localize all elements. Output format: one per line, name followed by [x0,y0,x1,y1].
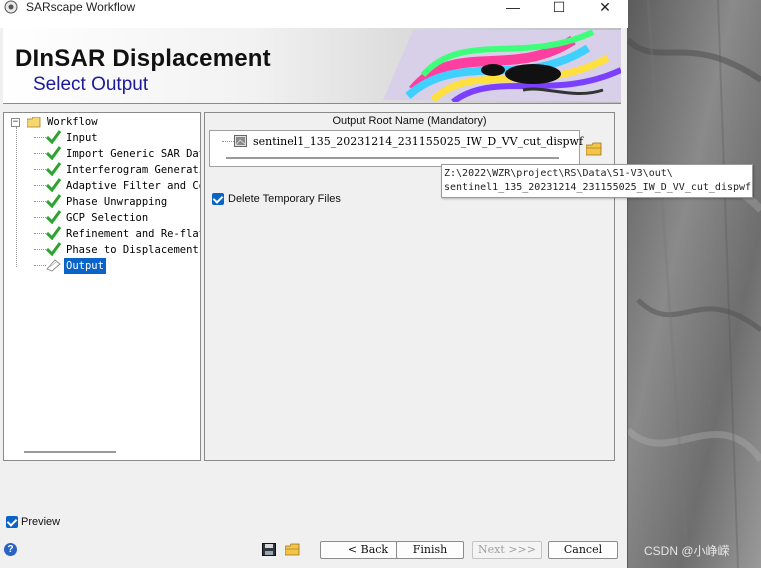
tree-item-label: Output [64,258,106,274]
next-button[interactable]: Next >>> [472,541,542,559]
workflow-tree-panel: − Workflow Input Import Generic SAR Data… [3,112,201,461]
tree-connector [34,201,46,202]
tree-connector [34,265,46,266]
step-header: DInSAR Displacement Select Output [3,28,621,104]
tooltip-path-line: Z:\2022\WZR\project\RS\Data\S1-V3\out\ [444,168,673,179]
close-button[interactable]: ✕ [582,0,628,15]
cancel-button[interactable]: Cancel [548,541,618,559]
finish-button[interactable]: Finish [396,541,464,559]
check-icon [46,226,61,240]
tree-connector [34,233,46,234]
tree-item-label: GCP Selection [66,212,149,224]
tree-root-workflow[interactable]: Workflow [45,114,100,130]
tree-item-label: Interferogram Generation [66,164,200,176]
delete-temp-files-checkbox[interactable] [212,193,224,205]
tree-connector [34,153,46,154]
check-icon [46,130,61,144]
tree-connector [34,185,46,186]
folder-open-icon [27,117,41,128]
tree-item-label: Refinement and Re-flattening [66,228,200,240]
save-icon[interactable] [262,543,277,556]
tree-item-output[interactable]: Output [64,258,106,274]
workflow-title: DInSAR Displacement [15,45,271,72]
step-subtitle: Select Output [33,74,149,95]
delete-temp-files-label: Delete Temporary Files [228,193,341,205]
output-root-name-label: Output Root Name (Mandatory) [332,115,487,127]
output-step-icon [46,259,61,272]
raster-file-icon [234,135,247,147]
tree-item-phase-to-displacement[interactable]: Phase to Displacement Conversion [64,242,200,258]
browse-folder-icon[interactable] [586,142,602,156]
app-icon [4,0,18,14]
tree-item-label: Import Generic SAR Data [66,148,200,160]
csdn-watermark: CSDN @小峥嵘 [644,544,730,558]
preview-checkbox[interactable] [6,516,18,528]
tree-item-gcp-selection[interactable]: GCP Selection [64,210,200,226]
tree-connector [16,127,17,267]
check-icon [46,242,61,256]
help-icon[interactable]: ? [4,543,17,556]
check-icon [46,146,61,160]
interferogram-banner-image [383,30,621,102]
tree-connector [34,217,46,218]
tree-item-refinement[interactable]: Refinement and Re-flattening [64,226,200,242]
collapse-toggle-icon[interactable]: − [11,118,20,127]
open-folder-icon[interactable] [285,543,300,556]
check-icon [46,162,61,176]
workflow-tree: − Workflow Input Import Generic SAR Data… [4,113,200,443]
tree-connector [34,137,46,138]
preview-label: Preview [21,516,61,528]
tree-root-label: Workflow [47,116,98,128]
tree-connector [34,169,46,170]
minimize-button[interactable]: — [490,0,536,15]
output-file-name: sentinel1_135_20231214_231155025_IW_D_VV… [253,135,584,148]
tree-item-interferogram[interactable]: Interferogram Generation [64,162,200,178]
file-path-tooltip: Z:\2022\WZR\project\RS\Data\S1-V3\out\ s… [441,164,753,198]
tree-horizontal-scrollbar[interactable] [24,451,116,453]
maximize-button[interactable]: ☐ [536,0,582,15]
tree-item-input[interactable]: Input [64,130,200,146]
output-file-row[interactable]: sentinel1_135_20231214_231155025_IW_D_VV… [216,134,583,149]
window-title: SARscape Workflow [26,0,136,14]
sarscape-workflow-window: SARscape Workflow — ☐ ✕ DInSAR Displacem… [0,0,628,568]
title-bar[interactable]: SARscape Workflow — ☐ ✕ [0,0,628,28]
tree-item-label: Phase to Displacement Conversion [66,244,200,256]
tooltip-file-line: sentinel1_135_20231214_231155025_IW_D_VV… [444,182,752,193]
tree-item-label: Phase Unwrapping [66,196,168,208]
tree-connector [34,249,46,250]
tree-item-import[interactable]: Import Generic SAR Data [64,146,200,162]
tree-item-label: Adaptive Filter and Coherence [66,180,200,192]
check-icon [46,178,61,192]
tree-item-label: Input [66,132,98,144]
check-icon [46,194,61,208]
output-root-name-list[interactable]: sentinel1_135_20231214_231155025_IW_D_VV… [209,130,583,167]
check-icon [46,210,61,224]
tree-item-adaptive-filter[interactable]: Adaptive Filter and Coherence [64,178,200,194]
tree-item-phase-unwrapping[interactable]: Phase Unwrapping [64,194,200,210]
satellite-background-image [628,0,761,568]
file-horizontal-scrollbar[interactable] [226,157,559,159]
